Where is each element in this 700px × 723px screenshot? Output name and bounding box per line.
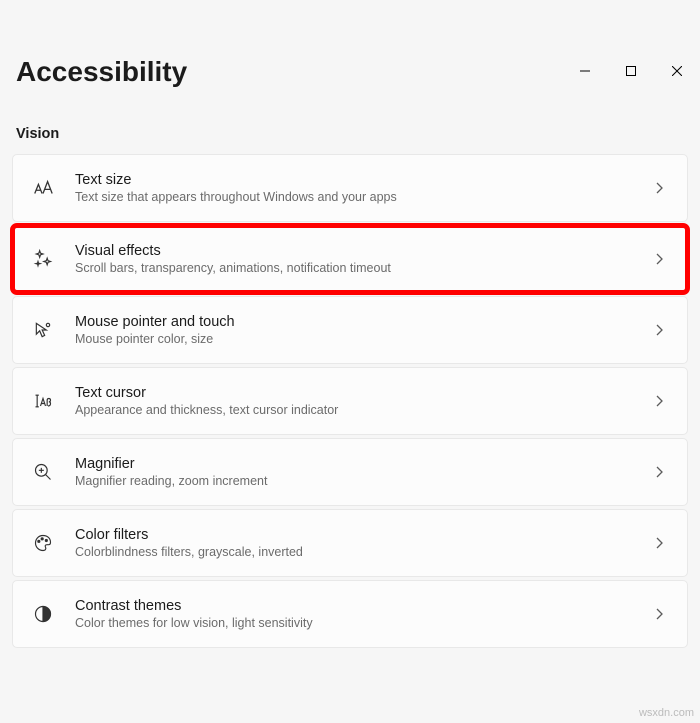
- contrast-icon: [29, 604, 57, 624]
- close-button[interactable]: [654, 56, 700, 86]
- window-controls: [562, 56, 700, 86]
- chevron-right-icon: [653, 252, 667, 266]
- chevron-right-icon: [653, 536, 667, 550]
- item-desc: Colorblindness filters, grayscale, inver…: [75, 545, 653, 559]
- item-title: Mouse pointer and touch: [75, 314, 653, 330]
- item-title: Color filters: [75, 527, 653, 543]
- item-title: Text cursor: [75, 385, 653, 401]
- color-filters-icon: [29, 533, 57, 553]
- text-size-icon: [29, 177, 57, 199]
- item-title: Visual effects: [75, 243, 653, 259]
- item-magnifier[interactable]: Magnifier Magnifier reading, zoom increm…: [12, 438, 688, 506]
- mouse-pointer-icon: [29, 320, 57, 340]
- watermark: wsxdn.com: [639, 707, 694, 719]
- item-text: Mouse pointer and touch Mouse pointer co…: [75, 314, 653, 346]
- chevron-right-icon: [653, 394, 667, 408]
- minimize-button[interactable]: [562, 56, 608, 86]
- item-text: Contrast themes Color themes for low vis…: [75, 598, 653, 630]
- item-desc: Appearance and thickness, text cursor in…: [75, 403, 653, 417]
- item-text-size[interactable]: Text size Text size that appears through…: [12, 154, 688, 222]
- chevron-right-icon: [653, 181, 667, 195]
- chevron-right-icon: [653, 323, 667, 337]
- item-title: Magnifier: [75, 456, 653, 472]
- text-cursor-icon: [29, 391, 57, 411]
- item-desc: Color themes for low vision, light sensi…: [75, 616, 653, 630]
- item-text: Text size Text size that appears through…: [75, 172, 653, 204]
- item-text: Magnifier Magnifier reading, zoom increm…: [75, 456, 653, 488]
- settings-list: Text size Text size that appears through…: [0, 154, 700, 648]
- maximize-button[interactable]: [608, 56, 654, 86]
- item-visual-effects[interactable]: Visual effects Scroll bars, transparency…: [12, 225, 688, 293]
- item-text-cursor[interactable]: Text cursor Appearance and thickness, te…: [12, 367, 688, 435]
- item-title: Text size: [75, 172, 653, 188]
- item-text: Color filters Colorblindness filters, gr…: [75, 527, 653, 559]
- item-mouse-pointer-touch[interactable]: Mouse pointer and touch Mouse pointer co…: [12, 296, 688, 364]
- chevron-right-icon: [653, 607, 667, 621]
- item-text: Text cursor Appearance and thickness, te…: [75, 385, 653, 417]
- section-label-vision: Vision: [16, 126, 700, 142]
- item-text: Visual effects Scroll bars, transparency…: [75, 243, 653, 275]
- item-contrast-themes[interactable]: Contrast themes Color themes for low vis…: [12, 580, 688, 648]
- magnifier-icon: [29, 462, 57, 482]
- chevron-right-icon: [653, 465, 667, 479]
- item-desc: Scroll bars, transparency, animations, n…: [75, 261, 653, 275]
- item-title: Contrast themes: [75, 598, 653, 614]
- item-desc: Mouse pointer color, size: [75, 332, 653, 346]
- item-color-filters[interactable]: Color filters Colorblindness filters, gr…: [12, 509, 688, 577]
- item-desc: Text size that appears throughout Window…: [75, 190, 653, 204]
- visual-effects-icon: [29, 249, 57, 269]
- item-desc: Magnifier reading, zoom increment: [75, 474, 653, 488]
